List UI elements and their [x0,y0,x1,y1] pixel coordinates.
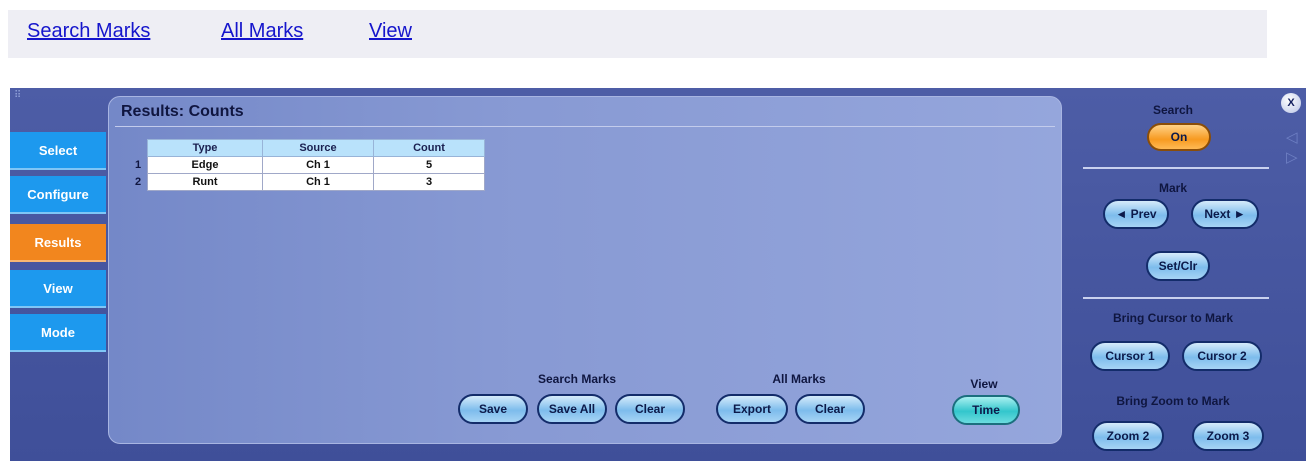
view-label: View [970,377,998,391]
cell-type: Runt [147,173,263,191]
cursor-to-mark-label: Bring Cursor to Mark [1112,311,1233,325]
results-table: Type Source Count 1 Edge Ch 1 5 2 Runt C… [129,139,485,191]
tab-view[interactable]: View [10,270,106,308]
column-header-type: Type [147,139,263,157]
column-header-count: Count [373,139,485,157]
tab-mode[interactable]: Mode [10,314,106,352]
results-window: Results: Counts Type Source Count 1 Edge… [108,96,1062,444]
cursor2-button[interactable]: Cursor 2 [1182,341,1262,371]
section-divider [1083,297,1269,299]
row-number: 1 [134,159,142,171]
search-marks-link[interactable]: Search Marks [27,20,150,43]
mark-label: Mark [1158,181,1187,195]
cell-source: Ch 1 [262,156,374,174]
cell-type: Edge [147,156,263,174]
all-marks-link[interactable]: All Marks [221,20,303,43]
results-title: Results: Counts [121,103,244,120]
zoom3-button[interactable]: Zoom 3 [1192,421,1264,451]
search-marks-label: Search Marks [537,372,617,386]
search-control-panel: ⠿ Select Configure Results View Mode Res… [10,88,1306,461]
zoom2-button[interactable]: Zoom 2 [1092,421,1164,451]
export-button[interactable]: Export [716,394,788,424]
set-clear-mark-button[interactable]: Set/Clr [1146,251,1210,281]
link-bar: Search Marks All Marks View [8,10,1267,58]
time-view-button[interactable]: Time [952,395,1020,425]
all-marks-label: All Marks [772,372,826,386]
clear-search-marks-button[interactable]: Clear [615,394,685,424]
table-row[interactable]: 1 Edge Ch 1 5 [129,156,485,174]
close-icon[interactable]: X [1281,93,1301,113]
zoom-to-mark-label: Bring Zoom to Mark [1116,394,1230,408]
table-header-row: Type Source Count [129,139,485,157]
cell-count: 5 [373,156,485,174]
save-all-button[interactable]: Save All [537,394,607,424]
tab-select[interactable]: Select [10,132,106,170]
collapse-arrow-icon: ◁ [1286,129,1298,146]
expand-arrow-icon: ▷ [1286,149,1298,166]
tab-configure[interactable]: Configure [10,176,106,214]
next-mark-button[interactable]: Next ► [1191,199,1259,229]
table-row[interactable]: 2 Runt Ch 1 3 [129,173,485,191]
column-header-source: Source [262,139,374,157]
search-label: Search [1152,103,1194,117]
prev-mark-button[interactable]: ◄ Prev [1103,199,1169,229]
title-divider [115,126,1055,127]
cell-count: 3 [373,173,485,191]
tab-results[interactable]: Results [10,224,106,262]
view-link[interactable]: View [369,20,412,43]
row-number: 2 [134,176,142,188]
drag-handle-icon[interactable]: ⠿ [14,90,22,101]
cursor1-button[interactable]: Cursor 1 [1090,341,1170,371]
clear-all-marks-button[interactable]: Clear [795,394,865,424]
row-number-header [129,140,148,157]
search-on-toggle[interactable]: On [1147,123,1211,151]
section-divider [1083,167,1269,169]
cell-source: Ch 1 [262,173,374,191]
save-button[interactable]: Save [458,394,528,424]
